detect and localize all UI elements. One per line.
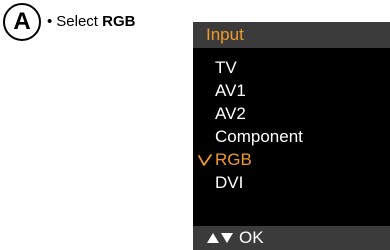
menu-item-av2[interactable]: AV2 — [193, 102, 390, 125]
menu-item-label: RGB — [215, 150, 252, 169]
menu-item-tv[interactable]: TV — [193, 56, 390, 79]
menu-item-av1[interactable]: AV1 — [193, 79, 390, 102]
up-arrow-icon — [207, 233, 219, 243]
step-badge: A — [3, 3, 41, 41]
menu-title: Input — [193, 22, 390, 48]
checkmark-icon — [197, 148, 213, 171]
step-letter: A — [13, 8, 31, 35]
menu-item-label: AV2 — [215, 104, 246, 123]
instruction-emphasis: RGB — [102, 13, 136, 30]
input-source-list: TV AV1 AV2 Component RGB DVI — [193, 48, 390, 194]
bullet: • — [47, 13, 53, 30]
menu-item-label: TV — [215, 58, 237, 77]
nav-arrows — [207, 233, 233, 243]
menu-footer: OK — [193, 226, 390, 250]
down-arrow-icon — [221, 233, 233, 243]
ok-label[interactable]: OK — [239, 226, 264, 250]
input-menu: Input TV AV1 AV2 Component RGB DVI OK — [193, 22, 390, 250]
menu-item-dvi[interactable]: DVI — [193, 171, 390, 194]
instruction-prefix: Select — [56, 13, 98, 30]
menu-item-label: Component — [215, 127, 303, 146]
instruction-text: • Select RGB — [47, 13, 135, 30]
menu-item-component[interactable]: Component — [193, 125, 390, 148]
menu-item-rgb[interactable]: RGB — [193, 148, 390, 171]
menu-item-label: AV1 — [215, 81, 246, 100]
menu-item-label: DVI — [215, 173, 244, 192]
